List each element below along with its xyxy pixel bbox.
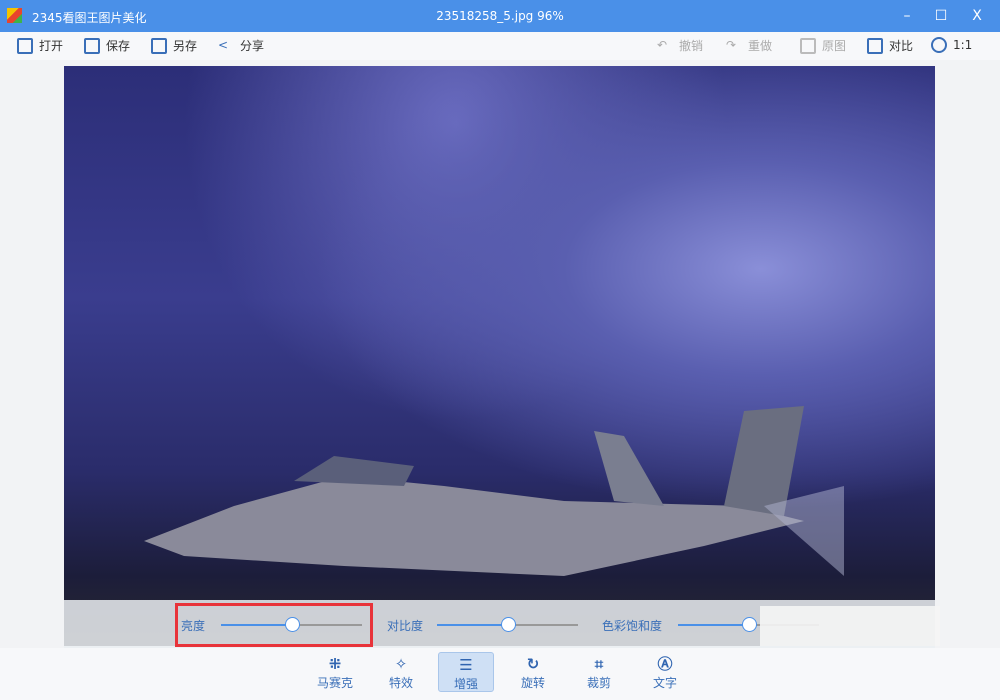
tool-crop[interactable]: ⌗ 裁剪 [571, 652, 627, 692]
save-button[interactable]: 保存 [84, 37, 130, 54]
image-icon [800, 37, 816, 54]
tool-label: 旋转 [520, 676, 545, 690]
contrast-handle[interactable] [500, 617, 516, 632]
sliders-icon: ☰ [459, 656, 473, 674]
tool-rotate[interactable]: ↻ 旋转 [505, 652, 561, 692]
original-button[interactable]: 原图 [800, 37, 846, 54]
tool-text[interactable]: Ⓐ 文字 [637, 652, 693, 692]
mosaic-icon: ⁜ [328, 655, 342, 673]
share-icon: < [218, 37, 229, 52]
save-as-label: 另存 [173, 39, 198, 53]
toolbar: 打开 保存 另存 < 分享 ↶ 撤销 ↷ 重做 原图 对比 1:1 [0, 32, 1000, 60]
folder-icon [17, 37, 33, 54]
saturation-handle[interactable] [741, 617, 757, 632]
tool-label: 增强 [453, 677, 478, 691]
watermark-cover [760, 606, 940, 646]
contrast-fill [437, 624, 508, 626]
undo-label: 撤销 [679, 39, 704, 53]
title-bar: 2345看图王图片美化 23518258_5.jpg 96% – ☐ X [0, 0, 1000, 32]
minimize-button[interactable]: – [896, 5, 918, 27]
share-label: 分享 [240, 39, 265, 53]
tool-label: 裁剪 [586, 676, 611, 690]
tool-mosaic[interactable]: ⁜ 马赛克 [307, 652, 363, 692]
open-label: 打开 [39, 39, 64, 53]
text-icon: Ⓐ [657, 655, 673, 673]
compare-button[interactable]: 对比 [867, 37, 913, 54]
redo-icon: ↷ [726, 37, 737, 52]
save-label: 保存 [106, 39, 131, 53]
maximize-button[interactable]: ☐ [930, 5, 952, 27]
rotate-icon: ↻ [526, 655, 540, 673]
save-as-icon [151, 37, 167, 54]
tool-label: 文字 [652, 676, 677, 690]
undo-button[interactable]: ↶ 撤销 [657, 37, 703, 54]
bottom-toolbar: ⁜ 马赛克 ✧ 特效 ☰ 增强 ↻ 旋转 ⌗ 裁剪 Ⓐ 文字 [0, 648, 1000, 700]
brightness-highlight-box [175, 603, 373, 647]
redo-label: 重做 [748, 39, 773, 53]
image-canvas[interactable] [64, 66, 935, 646]
contrast-label: 对比度 [387, 619, 424, 633]
share-button[interactable]: < 分享 [218, 37, 264, 54]
undo-icon: ↶ [657, 37, 668, 52]
actual-size-button[interactable]: 1:1 [931, 37, 972, 53]
tool-magic-wand[interactable]: ✧ 特效 [373, 652, 429, 692]
saturation-label: 色彩饱和度 [602, 619, 663, 633]
tool-label: 马赛克 [316, 676, 353, 690]
magic-wand-icon: ✧ [394, 655, 408, 673]
actual-size-icon [931, 37, 947, 53]
save-icon [84, 37, 100, 54]
tool-sliders[interactable]: ☰ 增强 [438, 652, 494, 692]
saturation-fill [678, 624, 749, 626]
tool-label: 特效 [388, 676, 413, 690]
compare-icon [867, 37, 883, 54]
open-button[interactable]: 打开 [17, 37, 63, 54]
contrast-slider[interactable] [437, 617, 578, 632]
close-button[interactable]: X [966, 5, 988, 27]
file-title: 23518258_5.jpg 96% [436, 9, 564, 23]
crop-icon: ⌗ [594, 655, 604, 673]
save-as-button[interactable]: 另存 [151, 37, 197, 54]
fighter-jet-photo [144, 406, 844, 576]
redo-button[interactable]: ↷ 重做 [726, 37, 772, 54]
compare-label: 对比 [889, 39, 914, 53]
actual-size-label: 1:1 [953, 38, 973, 52]
original-label: 原图 [822, 39, 847, 53]
